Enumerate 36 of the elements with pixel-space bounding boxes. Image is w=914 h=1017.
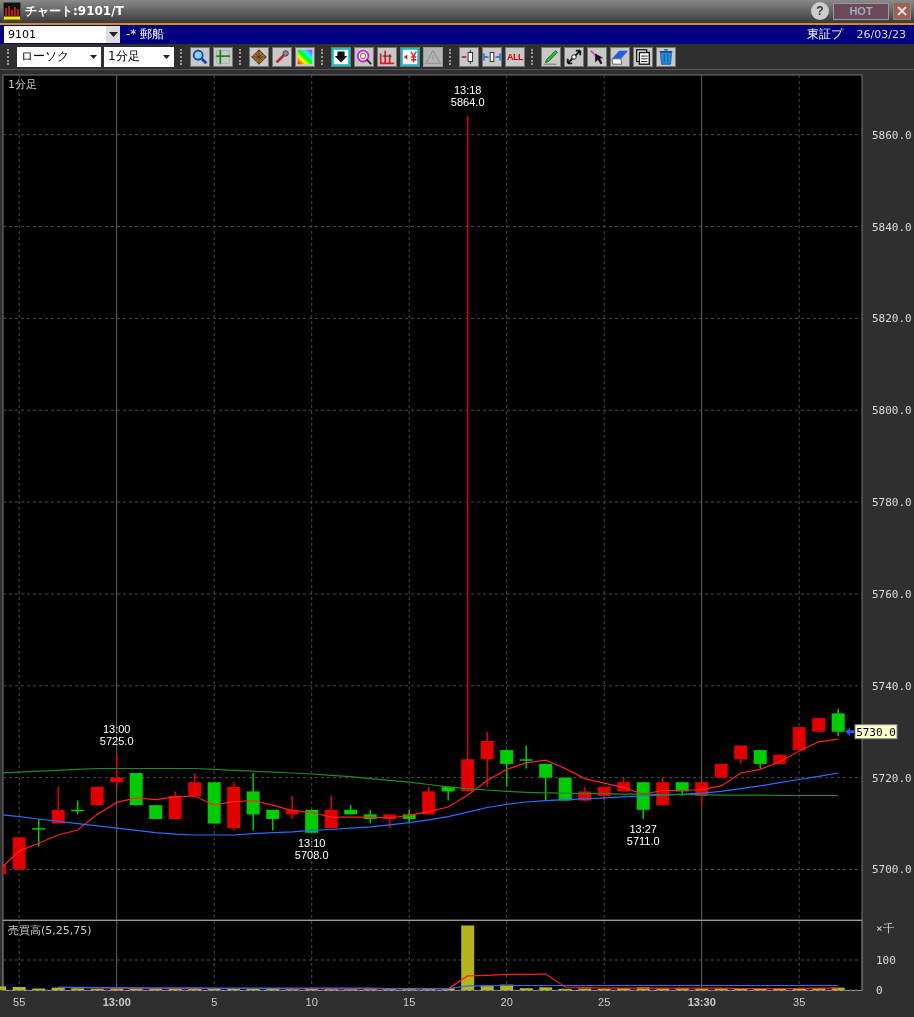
annotation-label: 13:00 (102, 722, 131, 735)
stock-name: -* 郵船 (126, 26, 165, 44)
axis-label: 5760.0 (872, 587, 912, 601)
annotation-label: 5725.0 (99, 734, 134, 747)
chart-title: 1分足 (8, 78, 37, 91)
axis-label: 5700.0 (872, 863, 912, 877)
time-axis-label: 35 (793, 996, 806, 1008)
annotation-label: 13:18 (453, 84, 482, 97)
unit-label: ×千 (876, 922, 894, 935)
time-axis-label: 13:30 (687, 996, 716, 1008)
time-axis-label: 13:00 (102, 996, 131, 1008)
last-price-tag: 5730.0 (854, 724, 898, 740)
annotation-label: 13:10 (297, 836, 326, 849)
time-axis-label: 55 (13, 996, 26, 1008)
axis-label: 100 (876, 954, 896, 967)
time-axis-label: 20 (500, 996, 513, 1008)
axis-label: 5780.0 (872, 496, 912, 510)
axis-label: 0 (876, 984, 883, 997)
axis-label: 5820.0 (872, 312, 912, 326)
annotation-label: 13:27 (629, 822, 657, 835)
chart-title: 売買高(5,25,75) (8, 924, 92, 937)
time-axis-label: 25 (598, 996, 611, 1008)
market-name: 東証プ (806, 26, 843, 44)
date-text: 26/03/23 (856, 28, 906, 42)
time-axis-label: 15 (403, 996, 416, 1008)
annotation-label: 5711.0 (626, 834, 660, 847)
axis-label: 5840.0 (872, 220, 912, 234)
axis-label: 5860.0 (872, 128, 912, 142)
axis-label: 5800.0 (872, 404, 912, 418)
axis-label: 5720.0 (872, 771, 912, 785)
time-axis-label: 5 (211, 996, 218, 1008)
annotation-label: 5708.0 (294, 848, 329, 861)
time-axis-label: 10 (305, 996, 318, 1008)
window-title: チャート:9101/T (25, 3, 124, 20)
axis-label: 5740.0 (872, 679, 912, 693)
annotation-label: 5864.0 (450, 96, 485, 109)
